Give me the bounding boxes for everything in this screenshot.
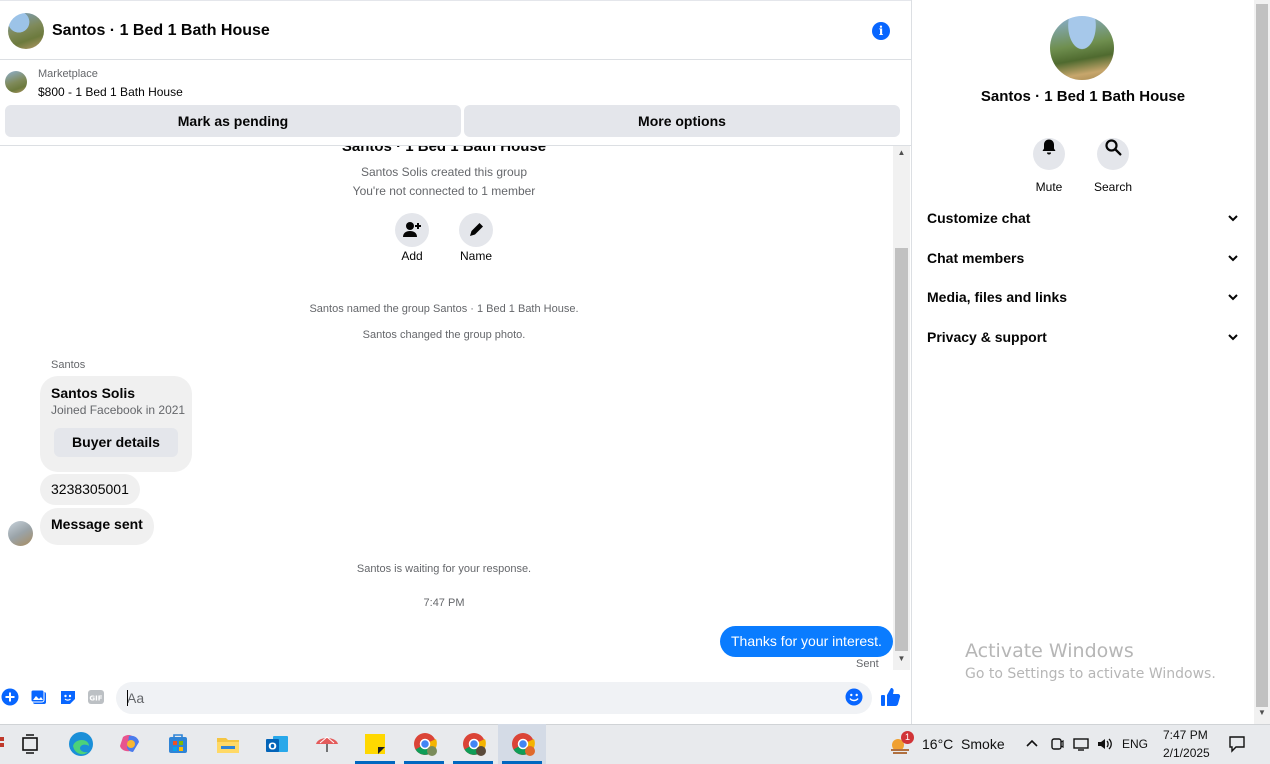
info-icon[interactable]: i xyxy=(872,22,890,40)
section-label: Customize chat xyxy=(927,210,1031,226)
message-bubble[interactable]: Message sent xyxy=(40,508,154,545)
store-icon[interactable] xyxy=(163,729,193,759)
gif-icon[interactable]: GIF xyxy=(87,688,105,706)
weather-badge: 1 xyxy=(901,731,914,744)
weather-text[interactable]: 16°C Smoke xyxy=(922,736,1005,752)
more-options-button[interactable]: More options xyxy=(464,105,900,137)
thumbs-up-icon[interactable] xyxy=(880,687,901,707)
network-icon[interactable] xyxy=(1072,736,1090,752)
svg-text:GIF: GIF xyxy=(89,695,102,703)
listing-title[interactable]: $800 - 1 Bed 1 Bath House xyxy=(38,85,183,99)
chrome-profile-icon[interactable] xyxy=(410,729,440,759)
page-scrollbar-thumb[interactable] xyxy=(1256,4,1268,707)
notifications-icon[interactable] xyxy=(1228,735,1246,753)
sender-avatar[interactable] xyxy=(8,521,33,546)
buyer-name: Santos Solis xyxy=(51,385,136,401)
group-photo[interactable] xyxy=(1050,16,1114,80)
buyer-joined-text: Joined Facebook in 2021 xyxy=(51,403,186,417)
chat-title[interactable]: Santos · 1 Bed 1 Bath House xyxy=(52,22,270,40)
activate-windows-watermark: Activate Windows Go to Settings to activ… xyxy=(965,640,1216,682)
umbrella-app-icon[interactable] xyxy=(312,729,342,759)
mute-button[interactable]: Mute xyxy=(1014,131,1084,194)
chevron-up-icon[interactable] xyxy=(1025,737,1039,749)
section-label: Chat members xyxy=(927,250,1025,266)
buyer-details-button[interactable]: Buyer details xyxy=(54,428,178,457)
scroll-up-arrow-icon[interactable]: ▲ xyxy=(895,148,908,162)
name-label: Name xyxy=(459,249,492,263)
conversation-info-panel: Santos · 1 Bed 1 Bath House Mute Search … xyxy=(911,0,1254,724)
buyer-card: Santos Solis Joined Facebook in 2021 Buy… xyxy=(40,376,192,472)
mute-label: Mute xyxy=(1035,180,1063,194)
text-caret xyxy=(127,690,128,706)
chevron-down-icon xyxy=(1228,255,1238,262)
section-label: Privacy & support xyxy=(927,329,1047,345)
add-person-icon xyxy=(403,222,421,237)
file-explorer-icon[interactable] xyxy=(213,729,243,759)
edge-icon[interactable] xyxy=(66,729,96,759)
chrome-active-icon[interactable] xyxy=(508,729,538,759)
chat-header: Santos · 1 Bed 1 Bath House i xyxy=(0,0,911,60)
rename-group-button[interactable] xyxy=(459,213,493,247)
sticky-notes-icon[interactable] xyxy=(360,729,390,759)
task-view-icon[interactable] xyxy=(15,729,45,759)
search-button[interactable]: Search xyxy=(1078,131,1148,194)
search-label: Search xyxy=(1093,180,1133,194)
emoji-icon[interactable] xyxy=(845,688,863,706)
group-photo-event: Santos changed the group photo. xyxy=(362,329,526,341)
section-customize-chat[interactable]: Customize chat xyxy=(927,210,1239,230)
add-label: Add xyxy=(401,249,423,263)
volume-icon[interactable] xyxy=(1096,736,1114,752)
message-bubble-phone[interactable]: 3238305001 xyxy=(40,474,140,505)
add-member-button[interactable] xyxy=(395,213,429,247)
plus-circle-icon[interactable] xyxy=(1,688,19,706)
search-icon xyxy=(1105,139,1122,156)
chrome-profile-icon[interactable] xyxy=(459,729,489,759)
pencil-icon xyxy=(470,223,483,236)
section-chat-members[interactable]: Chat members xyxy=(927,250,1239,270)
message-list[interactable]: Santos · 1 Bed 1 Bath House Santos Solis… xyxy=(0,146,893,673)
scroll-down-arrow-icon[interactable]: ▼ xyxy=(895,654,908,668)
mark-as-pending-button[interactable]: Mark as pending xyxy=(5,105,461,137)
chevron-down-icon xyxy=(1228,215,1238,222)
marketplace-label: Marketplace xyxy=(38,68,98,80)
bell-icon xyxy=(1042,139,1056,155)
waiting-notice: Santos is waiting for your response. xyxy=(356,563,532,575)
group-title: Santos · 1 Bed 1 Bath House xyxy=(980,88,1186,105)
clock-time[interactable]: 7:47 PM xyxy=(1163,728,1208,742)
message-input[interactable] xyxy=(116,682,872,714)
copilot-icon[interactable] xyxy=(115,729,145,759)
watermark-title: Activate Windows xyxy=(965,640,1134,662)
chevron-down-icon xyxy=(1228,334,1238,341)
page-scroll-down-icon[interactable]: ▼ xyxy=(1256,708,1268,717)
section-media-files-links[interactable]: Media, files and links xyxy=(927,289,1239,309)
group-title-heading: Santos · 1 Bed 1 Bath House xyxy=(341,146,547,155)
group-created-text: Santos Solis created this group xyxy=(360,165,528,179)
clock-date[interactable]: 2/1/2025 xyxy=(1163,746,1210,760)
language-indicator[interactable]: ENG xyxy=(1122,737,1148,751)
meet-now-icon[interactable] xyxy=(1050,736,1064,752)
section-privacy-support[interactable]: Privacy & support xyxy=(927,329,1239,349)
section-label: Media, files and links xyxy=(927,289,1068,305)
my-message-bubble[interactable]: Thanks for your interest. xyxy=(720,626,893,657)
sent-status: Sent xyxy=(856,658,879,670)
outlook-icon[interactable]: O xyxy=(262,729,292,759)
sticker-icon[interactable] xyxy=(59,688,77,706)
not-connected-text: You're not connected to 1 member xyxy=(352,184,536,198)
watermark-subtitle: Go to Settings to activate Windows. xyxy=(965,666,1216,682)
sender-name: Santos xyxy=(51,359,86,371)
photo-icon[interactable] xyxy=(30,688,48,706)
group-avatar[interactable] xyxy=(8,13,44,49)
message-scrollbar-thumb[interactable] xyxy=(895,248,908,651)
chevron-down-icon xyxy=(1228,294,1238,301)
timestamp: 7:47 PM xyxy=(423,597,465,609)
group-named-event: Santos named the group Santos · 1 Bed 1 … xyxy=(309,303,579,315)
listing-thumbnail[interactable] xyxy=(5,71,27,93)
svg-text:O: O xyxy=(268,742,277,753)
